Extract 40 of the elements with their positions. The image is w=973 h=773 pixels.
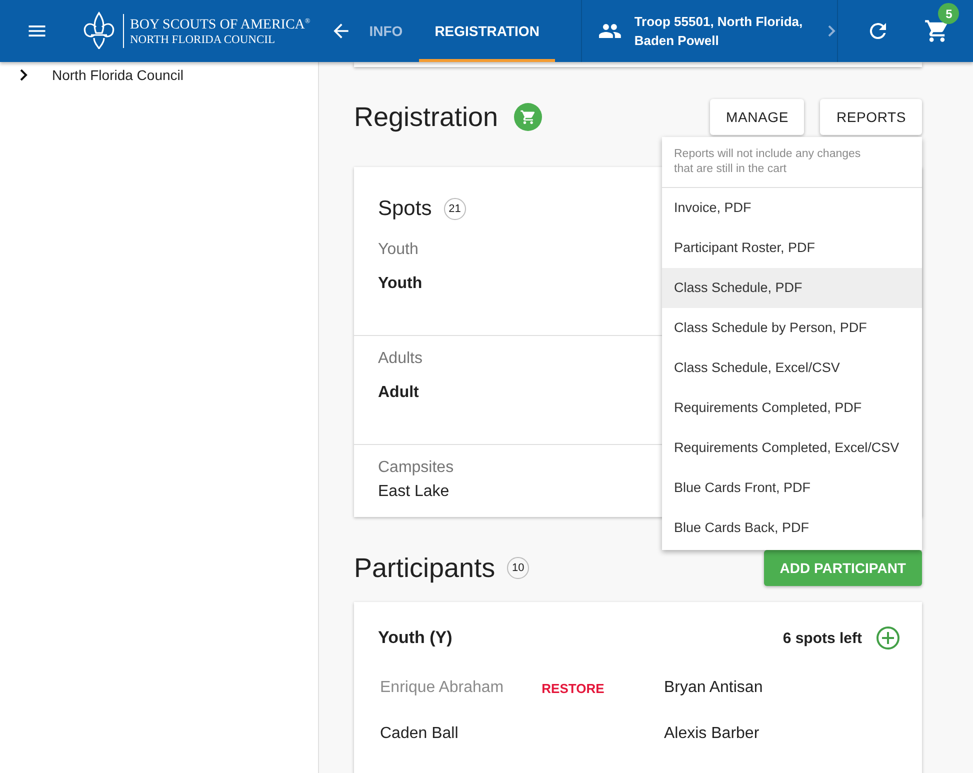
sidebar-item[interactable]: North Florida Council — [0, 66, 184, 84]
council-name: NORTH FLORIDA COUNCIL — [130, 32, 276, 48]
nav-tab[interactable]: INFO — [353, 0, 419, 62]
participant-name[interactable]: Bryan Antisan — [664, 679, 763, 697]
count-badge: 21 — [444, 198, 466, 220]
fleur-de-lis-icon — [81, 11, 117, 51]
section-value: Adult — [378, 384, 419, 402]
toolbar-button[interactable]: MANAGE — [710, 99, 804, 135]
card-title: Spots — [378, 197, 432, 221]
section-value: East Lake — [378, 483, 450, 501]
section-label: Adults — [378, 350, 422, 368]
menu-item[interactable]: Blue Cards Front, PDF — [662, 468, 922, 508]
menu-item[interactable]: Blue Cards Back, PDF — [662, 508, 922, 548]
menu-item[interactable]: Requirements Completed, PDF — [662, 388, 922, 428]
participant-name[interactable]: Alexis Barber — [664, 725, 760, 743]
add-icon[interactable] — [876, 626, 900, 650]
toolbar-button[interactable]: REPORTS — [820, 99, 922, 135]
restore-button[interactable]: RESTORE — [542, 680, 604, 696]
count-badge: 10 — [507, 557, 530, 579]
menu-item[interactable]: Participant Roster, PDF — [662, 228, 922, 268]
page-title: Registration — [354, 102, 498, 132]
menu-item[interactable]: Class Schedule, PDF — [662, 268, 922, 308]
menu-item[interactable]: Invoice, PDF — [662, 188, 922, 228]
group-title: Youth (Y) — [378, 628, 454, 648]
unit-name: Troop 55501, North Florida, Baden Powell — [634, 13, 804, 50]
section-label: Campsites — [378, 459, 454, 477]
section-title: Participants — [354, 552, 496, 584]
menu-note: Reports will not include any changes that are still in the cart — [662, 137, 922, 188]
section-label: Youth — [378, 241, 418, 259]
menu-item[interactable]: Class Schedule by Person, PDF — [662, 308, 922, 348]
cart-icon — [514, 103, 542, 131]
menu-item[interactable]: Class Schedule, Excel/CSV — [662, 348, 922, 388]
chevron-right-icon — [18, 69, 30, 81]
sidebar-item-label: North Florida Council — [52, 67, 184, 83]
spots-left: 6 spots left — [782, 630, 862, 646]
cart-count-badge: 5 — [938, 3, 960, 24]
participant-name[interactable]: Caden Ball — [380, 725, 458, 743]
section-value: Youth — [378, 275, 422, 293]
organization-name: BOY SCOUTS OF AMERICA$^{®}$ — [130, 16, 310, 33]
menu-item[interactable]: Requirements Completed, Excel/CSV — [662, 428, 922, 468]
